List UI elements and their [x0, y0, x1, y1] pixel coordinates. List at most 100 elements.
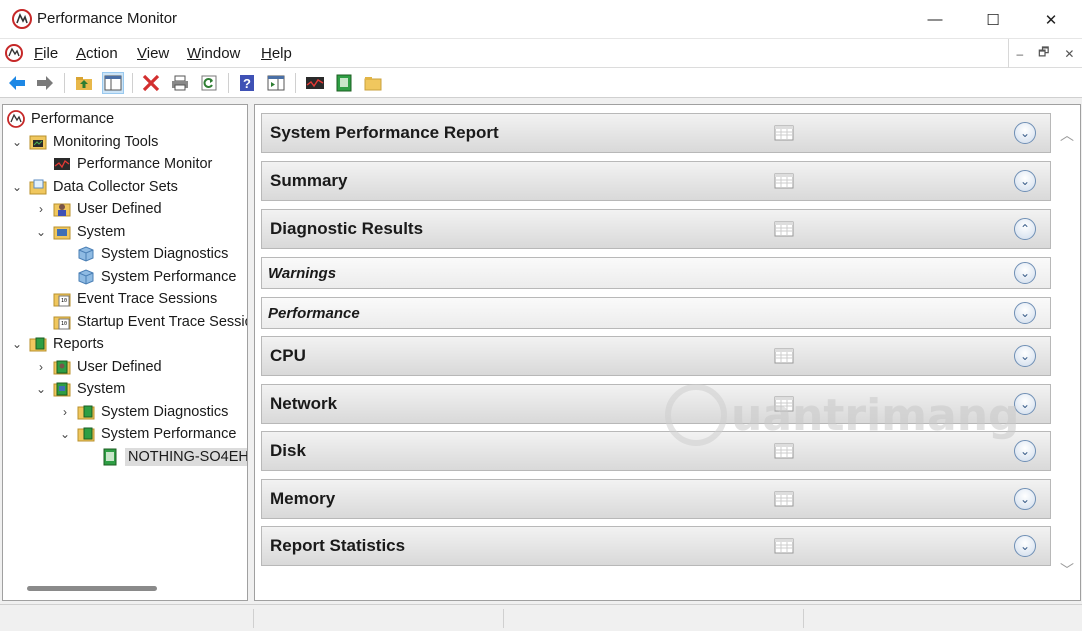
help-button[interactable]: ? — [236, 72, 258, 94]
data-collector-sets-icon — [29, 179, 47, 195]
chevron-down-icon: ⌄ — [1019, 444, 1031, 458]
section-diagnostic-results[interactable]: Diagnostic Results ⌃ — [261, 209, 1051, 249]
back-button[interactable] — [6, 72, 28, 94]
window-title: Performance Monitor — [37, 10, 178, 27]
tree-node-event-trace-sessions[interactable]: 10 Event Trace Sessions — [53, 288, 217, 310]
view-report-button[interactable] — [333, 72, 355, 94]
collapse-section-button[interactable]: ⌄ — [1014, 535, 1036, 557]
menu-window-rest: indow — [201, 45, 241, 62]
menu-help[interactable]: Help — [261, 45, 292, 62]
scroll-up-chevron-icon[interactable]: ︿ — [1060, 125, 1074, 145]
menu-action-rest: ction — [86, 45, 118, 62]
tree-node-label: Reports — [53, 336, 104, 352]
section-title: Warnings — [268, 264, 337, 282]
up-folder-icon — [76, 77, 92, 90]
watermark: uantrimang — [665, 380, 1020, 450]
menu-action[interactable]: Action — [76, 45, 118, 62]
open-folder-button[interactable] — [362, 72, 384, 94]
tree-node-reports-user-defined[interactable]: › User Defined — [33, 356, 162, 378]
table-icon[interactable] — [774, 538, 794, 554]
status-bar — [0, 604, 1082, 631]
tree-node-report-nothing[interactable]: NOTHING-SO4EH2 — [101, 446, 247, 468]
tree-node-dcs-user-defined[interactable]: › User Defined — [33, 198, 162, 220]
mdi-restore-icon[interactable]: 🗗 — [1038, 43, 1049, 64]
expand-chevron-icon[interactable]: › — [33, 201, 49, 217]
menu-file[interactable]: File — [34, 45, 58, 62]
tree-node-label: Performance — [31, 111, 115, 127]
view-performance-monitor-button[interactable] — [304, 72, 326, 94]
section-warnings[interactable]: Warnings ⌄ — [261, 257, 1051, 289]
reports-icon — [29, 337, 47, 352]
maximize-button[interactable]: ☐ — [964, 0, 1022, 39]
collapse-section-button[interactable]: ⌄ — [1014, 488, 1036, 510]
close-button[interactable]: ✕ — [1022, 0, 1080, 39]
section-system-performance-report[interactable]: System Performance Report ⌄ — [261, 113, 1051, 153]
section-summary[interactable]: Summary ⌄ — [261, 161, 1051, 201]
chevron-down-icon: ⌄ — [1019, 126, 1031, 140]
horizontal-scrollbar-thumb[interactable] — [27, 586, 157, 591]
performance-icon — [7, 110, 25, 128]
collapse-chevron-icon[interactable]: ⌄ — [33, 224, 49, 240]
section-title: System Performance Report — [270, 123, 499, 142]
collapse-section-button[interactable]: ⌄ — [1014, 345, 1036, 367]
table-icon[interactable] — [774, 173, 794, 189]
system-menu-icon[interactable] — [4, 43, 24, 63]
expand-section-button[interactable]: ⌃ — [1014, 218, 1036, 240]
tree-node-dcs-system[interactable]: ⌄ System — [33, 221, 125, 243]
section-title: Performance — [268, 304, 360, 322]
section-performance[interactable]: Performance ⌄ — [261, 297, 1051, 329]
tree-node-dcs-system-performance[interactable]: System Performance — [77, 266, 236, 288]
collapse-chevron-icon[interactable]: ⌄ — [57, 426, 73, 442]
tree-node-monitoring-tools[interactable]: ⌄ Monitoring Tools — [9, 131, 158, 153]
collapse-chevron-icon[interactable]: ⌄ — [33, 381, 49, 397]
collapse-section-button[interactable]: ⌄ — [1014, 302, 1036, 324]
show-hide-console-tree-button[interactable] — [102, 72, 124, 94]
delete-button[interactable] — [140, 72, 162, 94]
collapse-section-button[interactable]: ⌄ — [1014, 440, 1036, 462]
section-title: Network — [270, 394, 338, 413]
section-cpu[interactable]: CPU ⌄ — [261, 336, 1051, 376]
minimize-button[interactable]: — — [906, 0, 964, 39]
back-arrow-icon — [9, 76, 25, 90]
collapse-chevron-icon[interactable]: ⌄ — [9, 179, 25, 195]
tree-node-reports-system-performance[interactable]: ⌄ System Performance — [57, 423, 236, 445]
collapse-chevron-icon[interactable]: ⌄ — [9, 134, 25, 150]
section-memory[interactable]: Memory ⌄ — [261, 479, 1051, 519]
collapse-section-button[interactable]: ⌄ — [1014, 262, 1036, 284]
section-title: Memory — [270, 489, 336, 508]
tree-node-performance[interactable]: Performance — [7, 108, 114, 130]
tree-node-reports-system[interactable]: ⌄ System — [33, 378, 125, 400]
tree-node-label: System Diagnostics — [101, 404, 229, 420]
expand-chevron-icon[interactable]: › — [33, 359, 49, 375]
menu-view[interactable]: View — [137, 45, 169, 62]
expand-chevron-icon[interactable]: › — [57, 404, 73, 420]
mdi-minimize-icon[interactable]: – — [1016, 47, 1023, 61]
menu-help-accel: H — [261, 45, 272, 62]
collapse-section-button[interactable]: ⌄ — [1014, 170, 1036, 192]
forward-button[interactable] — [34, 72, 56, 94]
section-report-statistics[interactable]: Report Statistics ⌄ — [261, 526, 1051, 566]
table-icon[interactable] — [774, 491, 794, 507]
show-hide-action-pane-button[interactable] — [265, 72, 287, 94]
collapse-chevron-icon[interactable]: ⌄ — [9, 336, 25, 352]
tree-node-reports-system-diagnostics[interactable]: › System Diagnostics — [57, 401, 228, 423]
tree-node-reports[interactable]: ⌄ Reports — [9, 333, 104, 355]
up-one-level-button[interactable] — [73, 72, 95, 94]
table-icon[interactable] — [774, 125, 794, 141]
tree-node-performance-monitor[interactable]: Performance Monitor — [53, 153, 212, 175]
menu-window[interactable]: Window — [187, 45, 240, 62]
refresh-button[interactable] — [198, 72, 220, 94]
collapse-section-button[interactable]: ⌄ — [1014, 122, 1036, 144]
user-defined-report-icon — [53, 360, 71, 375]
tree-node-dcs-system-diagnostics[interactable]: System Diagnostics — [77, 243, 228, 265]
svg-text:10: 10 — [61, 321, 67, 327]
scroll-down-chevron-icon[interactable]: ﹀ — [1060, 560, 1074, 580]
print-button[interactable] — [169, 72, 191, 94]
tree-node-startup-event-trace-sessions[interactable]: 10 Startup Event Trace Sessic — [53, 311, 247, 333]
table-icon[interactable] — [774, 348, 794, 364]
table-icon[interactable] — [774, 221, 794, 237]
tree-node-data-collector-sets[interactable]: ⌄ Data Collector Sets — [9, 176, 178, 198]
toolbar-separator — [132, 73, 133, 93]
mdi-close-icon[interactable]: ✕ — [1064, 47, 1074, 61]
report-item-icon — [103, 448, 117, 466]
